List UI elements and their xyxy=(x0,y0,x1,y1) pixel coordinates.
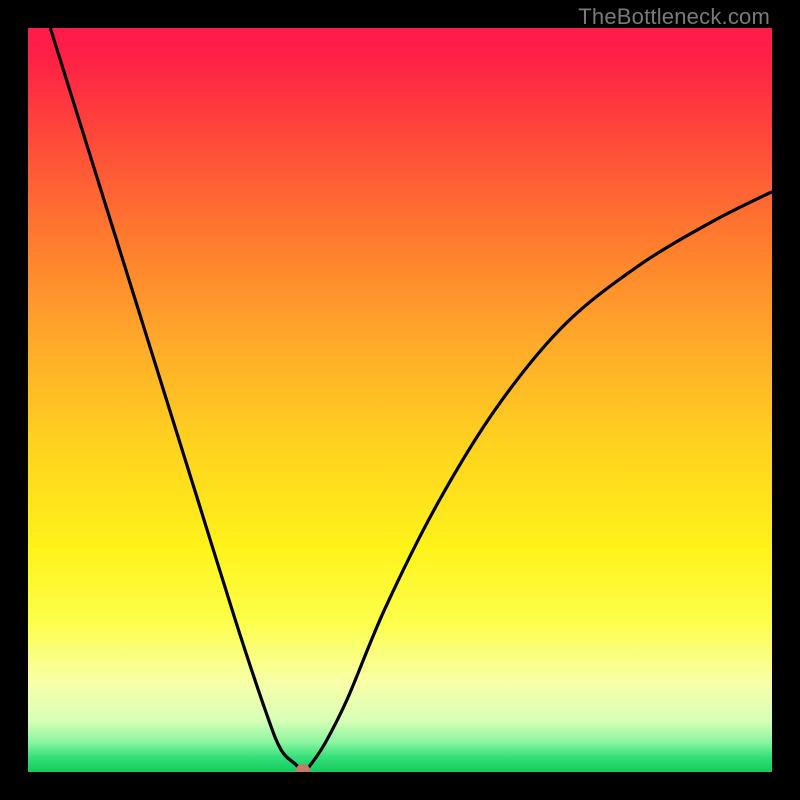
chart-frame: TheBottleneck.com xyxy=(0,0,800,800)
bottleneck-curve xyxy=(28,28,772,772)
watermark-label: TheBottleneck.com xyxy=(578,4,770,30)
minimum-marker-icon xyxy=(296,764,310,772)
plot-area xyxy=(28,28,772,772)
